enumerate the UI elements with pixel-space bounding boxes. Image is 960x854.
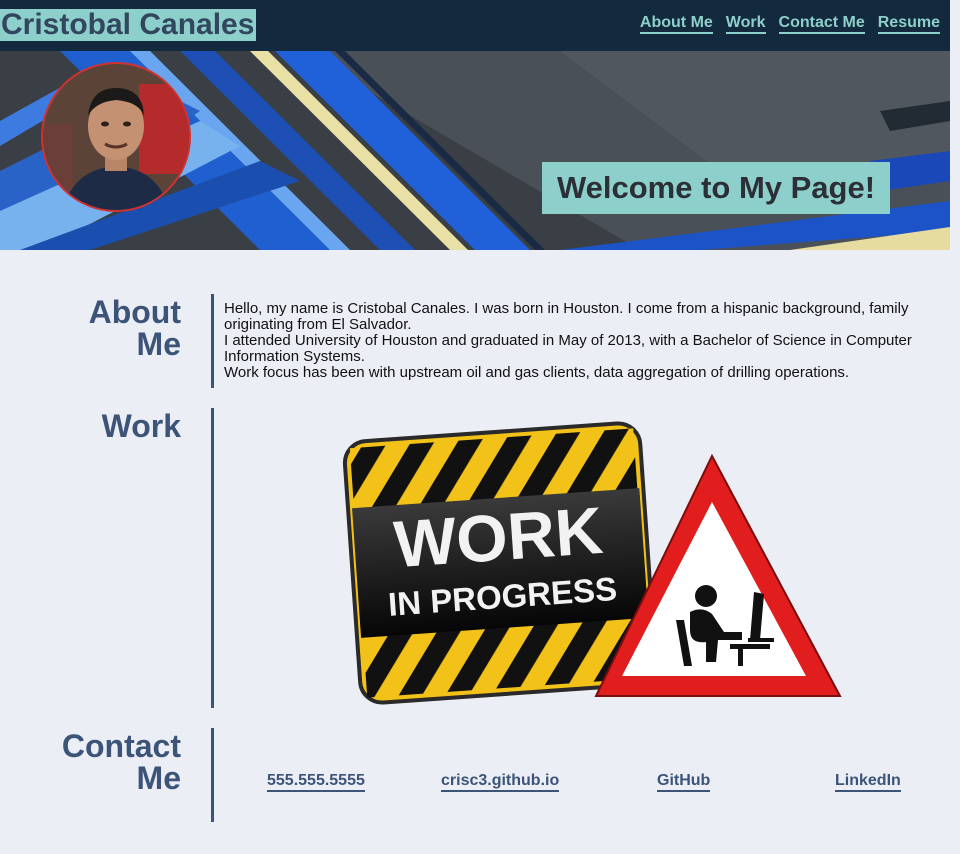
about-text: Hello, my name is Cristobal Canales. I w… <box>224 301 960 381</box>
about-paragraph-2: I attended University of Houston and gra… <box>224 332 912 365</box>
contact-github-link[interactable]: GitHub <box>657 772 711 792</box>
about-paragraph-1: Hello, my name is Cristobal Canales. I w… <box>224 300 909 333</box>
top-nav-bar: Cristobal Canales About Me Work Contact … <box>0 0 950 51</box>
contact-site-link[interactable]: crisc3.github.io <box>441 772 560 792</box>
nav-link-about-me[interactable]: About Me <box>639 14 713 34</box>
welcome-banner: Welcome to My Page! <box>542 162 890 214</box>
contact-phone-link[interactable]: 555.555.5555 <box>267 772 365 792</box>
nav-link-contact-me[interactable]: Contact Me <box>778 14 865 34</box>
contact-heading: Contact Me <box>60 730 181 794</box>
hero-banner: Welcome to My Page! <box>0 51 950 250</box>
contact-linkedin-link[interactable]: LinkedIn <box>835 772 901 792</box>
work-heading: Work <box>101 408 181 444</box>
contact-divider <box>211 728 214 822</box>
nav-link-resume[interactable]: Resume <box>877 14 940 34</box>
page: Cristobal Canales About Me Work Contact … <box>0 0 950 822</box>
contact-heading-line2: Me <box>136 760 181 796</box>
about-heading-line2: Me <box>136 326 181 362</box>
sign-text-work: WORK <box>392 493 606 581</box>
contact-heading-line1: Contact <box>61 728 181 764</box>
about-paragraph-3: Work focus has been with upstream oil an… <box>224 364 850 381</box>
about-divider <box>211 294 214 388</box>
about-section: About Me Hello, my name is Cristobal Can… <box>0 294 960 388</box>
profile-photo <box>41 62 191 212</box>
work-section: Work WORK IN PROGRESS <box>0 408 960 708</box>
about-heading-line1: About <box>88 294 181 330</box>
work-divider <box>211 408 214 708</box>
profile-photo-image <box>43 64 189 210</box>
main-nav: About Me Work Contact Me Resume <box>639 14 950 34</box>
work-in-progress-image: WORK IN PROGRESS <box>342 421 842 705</box>
about-heading: About Me <box>60 296 181 360</box>
contact-section: Contact Me 555.555.5555 crisc3.github.io… <box>0 728 960 822</box>
site-title: Cristobal Canales <box>0 7 257 41</box>
nav-link-work[interactable]: Work <box>725 14 766 34</box>
